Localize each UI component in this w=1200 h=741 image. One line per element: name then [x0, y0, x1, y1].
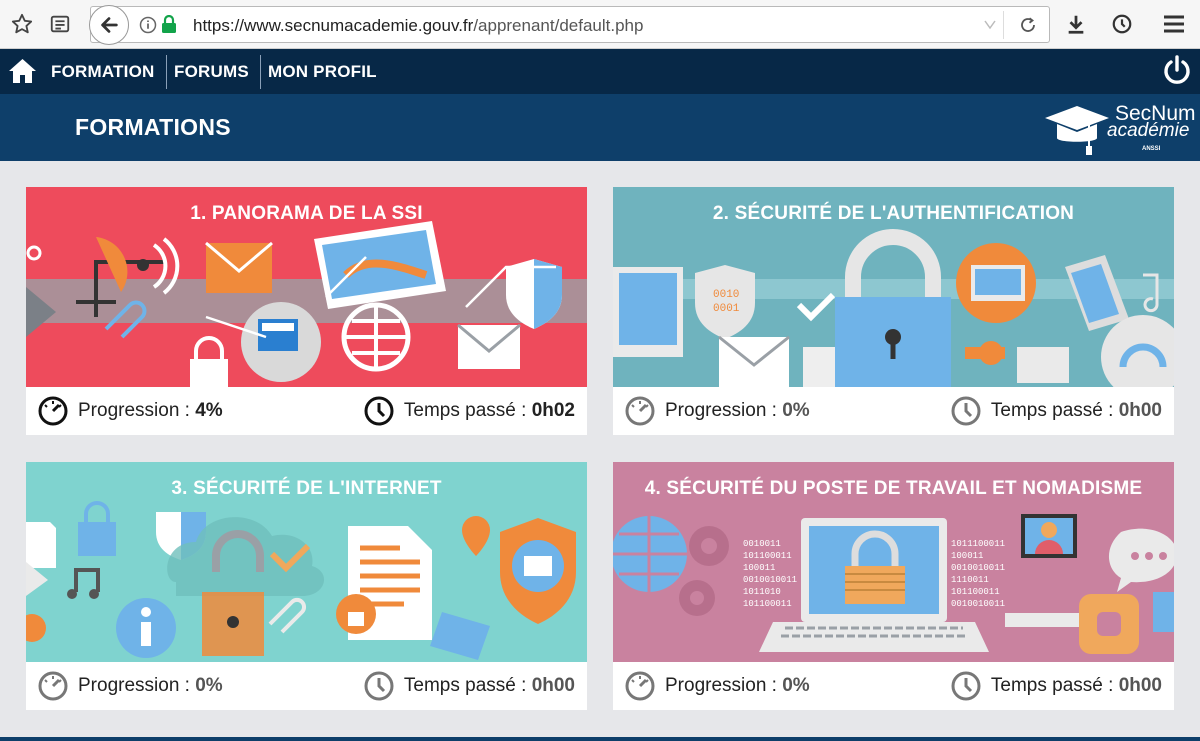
time-info: Temps passé : 0h00 — [951, 670, 1162, 702]
svg-text:101100011: 101100011 — [951, 587, 1000, 597]
course-title: 1. PANORAMA DE LA SSI — [190, 203, 423, 224]
nav-separator — [260, 55, 261, 89]
bookmark-star-icon[interactable] — [10, 12, 34, 36]
menu-icon[interactable] — [1162, 12, 1186, 36]
course-footer: Progression : 0% Temps passé : 0h00 — [613, 662, 1174, 710]
time-value: 0h00 — [1118, 400, 1162, 421]
nav-mon-profil[interactable]: MON PROFIL — [268, 49, 377, 94]
nav-separator — [166, 55, 167, 89]
gauge-icon — [38, 396, 68, 426]
clock-icon — [364, 396, 394, 426]
site-navbar: FORMATION FORUMS MON PROFIL — [0, 49, 1200, 94]
back-button[interactable] — [89, 5, 129, 45]
clock-icon — [951, 396, 981, 426]
arrow-left-icon — [101, 17, 118, 33]
course-footer: Progression : 4% Temps passé : 0h02 — [26, 387, 587, 435]
svg-text:1110011: 1110011 — [951, 575, 989, 585]
address-bar[interactable]: https://www.secnumacademie.gouv.fr/appre… — [89, 5, 1050, 45]
browser-toolbar: https://www.secnumacademie.gouv.fr/appre… — [0, 0, 1200, 49]
reload-icon[interactable] — [1019, 16, 1037, 34]
time-info: Temps passé : 0h02 — [364, 395, 575, 427]
course-illustration: 3. SÉCURITÉ DE L'INTERNET — [26, 462, 587, 662]
progress-info: Progression : 0% — [625, 670, 810, 702]
svg-text:100011: 100011 — [951, 551, 983, 561]
course-illustration: 0010011 101100011 100011 0010010011 1011010 1… — [613, 462, 1174, 662]
gauge-icon — [38, 671, 68, 701]
home-icon[interactable] — [8, 58, 37, 84]
svg-text:0010010011: 0010010011 — [951, 563, 1005, 573]
course-footer: Progression : 0% Temps passé : 0h00 — [613, 387, 1174, 435]
svg-text:101100011: 101100011 — [743, 551, 792, 561]
lock-secure-icon[interactable] — [161, 15, 177, 34]
progress-label: Progression : — [665, 400, 777, 421]
course-card[interactable]: 1. PANORAMA DE LA SSI Progression : 4% T… — [26, 187, 587, 435]
course-title: 4. SÉCURITÉ DU POSTE DE TRAVAIL ET NOMAD… — [644, 478, 1143, 499]
url-text[interactable]: https://www.secnumacademie.gouv.fr/appre… — [193, 16, 643, 36]
course-illustration: 1. PANORAMA DE LA SSI — [26, 187, 587, 387]
time-value: 0h00 — [531, 675, 575, 696]
svg-text:0010: 0010 — [713, 289, 739, 301]
progress-label: Progression : — [665, 675, 777, 696]
time-label: Temps passé : — [990, 675, 1114, 696]
svg-text:101100011: 101100011 — [743, 599, 792, 609]
url-path: /apprenant/default.php — [473, 16, 644, 35]
clock-icon — [951, 671, 981, 701]
time-value: 0h02 — [531, 400, 575, 421]
progress-value: 0% — [782, 675, 810, 696]
course-title: 2. SÉCURITÉ DE L'AUTHENTIFICATION — [712, 203, 1075, 224]
download-icon[interactable] — [1064, 12, 1088, 36]
page-title: FORMATIONS — [75, 114, 231, 140]
course-card[interactable]: 0010011 101100011 100011 0010010011 1011010 1… — [613, 462, 1174, 710]
graduation-cap-icon — [1045, 106, 1109, 155]
progress-label: Progression : — [78, 675, 190, 696]
progress-value: 0% — [782, 400, 810, 421]
course-footer: Progression : 0% Temps passé : 0h00 — [26, 662, 587, 710]
svg-text:0010010011: 0010010011 — [951, 599, 1005, 609]
progress-info: Progression : 4% — [38, 395, 223, 427]
clock-icon — [364, 671, 394, 701]
bottom-edge — [0, 737, 1200, 741]
nav-forums[interactable]: FORUMS — [174, 49, 249, 94]
time-value: 0h00 — [1118, 675, 1162, 696]
course-illustration: 0010 0001 2. SÉCURITÉ DE L'AUTHENTIFICAT… — [613, 187, 1174, 387]
chevron-down-icon[interactable] — [984, 20, 996, 30]
nav-formation[interactable]: FORMATION — [51, 49, 154, 94]
progress-label: Progression : — [78, 400, 190, 421]
time-label: Temps passé : — [403, 400, 527, 421]
gauge-icon — [625, 396, 655, 426]
course-card[interactable]: 0010 0001 2. SÉCURITÉ DE L'AUTHENTIFICAT… — [613, 187, 1174, 435]
svg-text:1011010: 1011010 — [743, 587, 781, 597]
gauge-icon — [625, 671, 655, 701]
progress-value: 4% — [195, 400, 223, 421]
power-logout-icon[interactable] — [1162, 55, 1192, 87]
progress-info: Progression : 0% — [625, 395, 810, 427]
svg-text:0001: 0001 — [713, 303, 740, 315]
reading-list-icon[interactable] — [48, 12, 72, 36]
svg-text:0010010011: 0010010011 — [743, 575, 797, 585]
course-card[interactable]: 3. SÉCURITÉ DE L'INTERNET Progression : … — [26, 462, 587, 710]
progress-info: Progression : 0% — [38, 670, 223, 702]
svg-text:0010011: 0010011 — [743, 539, 781, 549]
info-icon[interactable] — [139, 16, 157, 34]
url-host: https://www.secnumacademie.gouv.fr — [193, 16, 474, 35]
time-info: Temps passé : 0h00 — [364, 670, 575, 702]
time-label: Temps passé : — [403, 675, 527, 696]
secnum-logo[interactable]: SecNum académie ANSSI — [1043, 98, 1198, 158]
svg-text:1011100011: 1011100011 — [951, 539, 1005, 549]
svg-text:100011: 100011 — [743, 563, 775, 573]
time-label: Temps passé : — [990, 400, 1114, 421]
history-icon[interactable] — [1110, 12, 1134, 36]
logo-academie: académie — [1107, 120, 1190, 141]
course-title: 3. SÉCURITÉ DE L'INTERNET — [171, 478, 442, 499]
urlbar-divider — [1003, 11, 1004, 39]
logo-anssi: ANSSI — [1142, 146, 1161, 152]
page-banner: FORMATIONS SecNum académie ANSSI — [0, 94, 1200, 161]
progress-value: 0% — [195, 675, 223, 696]
time-info: Temps passé : 0h00 — [951, 395, 1162, 427]
